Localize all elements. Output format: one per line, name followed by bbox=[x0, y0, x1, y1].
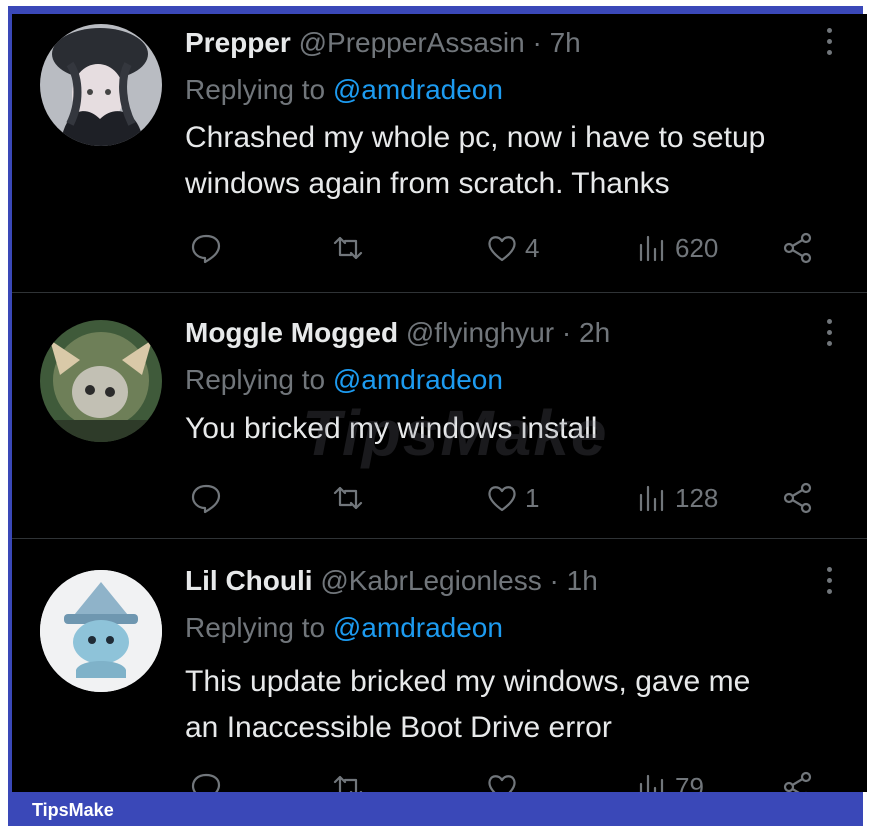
separator-dot: · bbox=[561, 317, 572, 348]
reply-icon bbox=[191, 484, 221, 514]
views-icon bbox=[639, 485, 664, 512]
tweet-text-line: You bricked my windows install bbox=[185, 412, 598, 445]
display-name[interactable]: Moggle Mogged bbox=[185, 317, 398, 348]
timestamp[interactable]: 7h bbox=[550, 27, 581, 58]
retweet-icon bbox=[333, 775, 363, 792]
replying-to-line: Replying to @amdradeon bbox=[185, 73, 503, 107]
more-icon[interactable] bbox=[827, 319, 833, 349]
views-icon bbox=[639, 774, 664, 792]
more-icon[interactable] bbox=[827, 567, 833, 597]
reply-icon bbox=[191, 773, 221, 792]
share-button[interactable] bbox=[781, 228, 815, 268]
replying-prefix: Replying to bbox=[185, 74, 326, 105]
separator-dot: · bbox=[532, 27, 542, 58]
share-icon bbox=[783, 232, 812, 264]
mention-link[interactable]: @amdradeon bbox=[333, 612, 503, 643]
tweet-header: Lil Chouli @KabrLegionless · 1h bbox=[185, 564, 598, 598]
tweet-text: Chrashed my whole pc, now i have to setu… bbox=[185, 115, 850, 207]
avatar-image bbox=[40, 570, 162, 692]
timestamp[interactable]: 1h bbox=[567, 565, 598, 596]
views-icon bbox=[639, 235, 664, 262]
reply-button[interactable] bbox=[189, 478, 223, 518]
views-button[interactable]: 79 bbox=[635, 767, 704, 792]
mention-link[interactable]: @amdradeon bbox=[333, 74, 503, 105]
tweet-text-line: This update bricked my windows, gave me bbox=[185, 665, 751, 698]
like-button[interactable]: 4 bbox=[485, 228, 539, 268]
replying-to-line: Replying to @amdradeon bbox=[185, 363, 503, 397]
reply-button[interactable] bbox=[189, 228, 223, 268]
more-icon[interactable] bbox=[827, 28, 833, 58]
like-icon bbox=[488, 775, 516, 792]
tweet-text-line: Chrashed my whole pc, now i have to setu… bbox=[185, 121, 766, 154]
tweet-actions: 79 bbox=[185, 767, 845, 792]
tweet[interactable]: Prepper @PrepperAssasin · 7h Replying to… bbox=[12, 14, 867, 293]
display-name[interactable]: Lil Chouli bbox=[185, 565, 313, 596]
retweet-icon bbox=[333, 236, 363, 260]
tweet-text-line: an Inaccessible Boot Drive error bbox=[185, 711, 612, 744]
tweet-header: Moggle Mogged @flyinghyur · 2h bbox=[185, 316, 610, 350]
retweet-button[interactable] bbox=[331, 478, 365, 518]
brand-label: TipsMake bbox=[32, 800, 114, 820]
like-icon bbox=[488, 486, 516, 512]
like-button[interactable] bbox=[485, 767, 525, 792]
views-button[interactable]: 128 bbox=[635, 478, 718, 518]
replying-prefix: Replying to bbox=[185, 612, 326, 643]
timestamp[interactable]: 2h bbox=[579, 317, 610, 348]
like-icon bbox=[488, 236, 516, 262]
retweet-button[interactable] bbox=[331, 767, 365, 792]
replying-to-line: Replying to @amdradeon bbox=[185, 611, 503, 645]
mention-link[interactable]: @amdradeon bbox=[333, 364, 503, 395]
replying-prefix: Replying to bbox=[185, 364, 326, 395]
view-count: 128 bbox=[675, 482, 719, 513]
separator-dot: · bbox=[549, 565, 559, 596]
view-count: 79 bbox=[675, 771, 704, 793]
retweet-button[interactable] bbox=[331, 228, 365, 268]
tweet-header: Prepper @PrepperAssasin · 7h bbox=[185, 26, 581, 60]
tweet-text: This update bricked my windows, gave me … bbox=[185, 659, 850, 751]
share-button[interactable] bbox=[781, 767, 815, 792]
avatar-image bbox=[40, 24, 162, 146]
tweet-text: You bricked my windows install bbox=[185, 406, 850, 452]
footer-bar: TipsMake bbox=[8, 794, 863, 826]
tweet-text-line: windows again from scratch. Thanks bbox=[185, 167, 670, 200]
reply-feed: Prepper @PrepperAssasin · 7h Replying to… bbox=[12, 14, 867, 792]
share-button[interactable] bbox=[781, 478, 815, 518]
avatar-image bbox=[40, 320, 162, 442]
user-handle[interactable]: @KabrLegionless bbox=[320, 565, 541, 596]
like-count: 1 bbox=[525, 482, 540, 513]
tweet[interactable]: Lil Chouli @KabrLegionless · 1h Replying… bbox=[12, 539, 867, 792]
like-button[interactable]: 1 bbox=[485, 478, 539, 518]
avatar[interactable] bbox=[40, 570, 162, 692]
tweet[interactable]: Moggle Mogged @flyinghyur · 2h Replying … bbox=[12, 293, 867, 539]
avatar[interactable] bbox=[40, 320, 162, 442]
user-handle[interactable]: @PrepperAssasin bbox=[299, 27, 525, 58]
share-icon bbox=[783, 482, 812, 514]
avatar[interactable] bbox=[40, 24, 162, 146]
reply-button[interactable] bbox=[189, 767, 223, 792]
retweet-icon bbox=[333, 486, 363, 510]
tweet-actions: 4 620 bbox=[185, 228, 845, 268]
user-handle[interactable]: @flyinghyur bbox=[406, 317, 554, 348]
tweet-actions: 1 128 bbox=[185, 478, 845, 518]
display-name[interactable]: Prepper bbox=[185, 27, 291, 58]
view-count: 620 bbox=[675, 232, 719, 263]
like-count: 4 bbox=[525, 232, 540, 263]
reply-icon bbox=[191, 234, 221, 264]
views-button[interactable]: 620 bbox=[635, 228, 718, 268]
share-icon bbox=[783, 771, 812, 792]
